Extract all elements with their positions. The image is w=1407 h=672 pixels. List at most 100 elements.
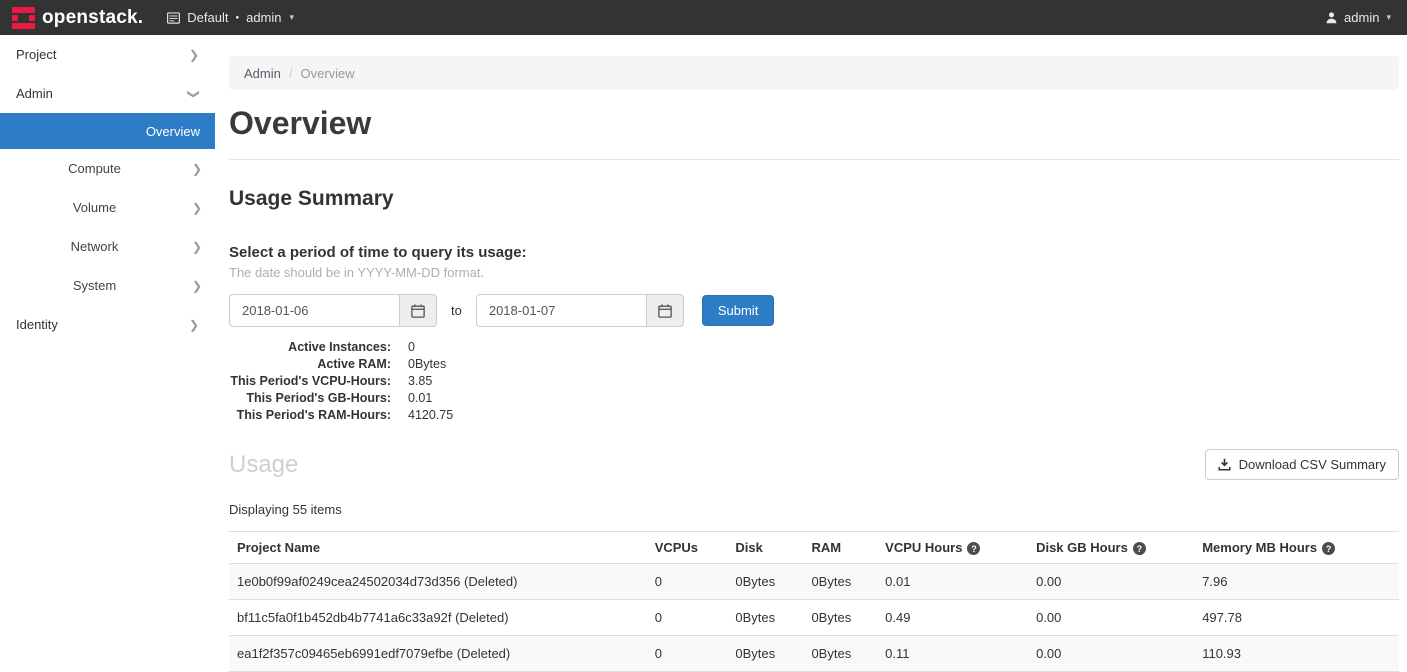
sidebar-item-label: System	[73, 278, 116, 293]
date-from-calendar-button[interactable]	[399, 294, 437, 327]
column-label: VCPU Hours	[885, 540, 962, 555]
date-range-form: to Submit	[229, 294, 1399, 327]
breadcrumb-separator: /	[289, 66, 293, 81]
breadcrumb-admin-link[interactable]: Admin	[244, 66, 281, 81]
value-cell: 0.00	[1028, 636, 1194, 672]
date-from-input[interactable]	[229, 294, 399, 327]
value-cell: 0.11	[877, 636, 1028, 672]
stat-value: 4120.75	[408, 407, 453, 424]
breadcrumb-current: Overview	[300, 66, 354, 81]
sidebar-item-network[interactable]: Network ❯	[0, 227, 215, 266]
sidebar-item-volume[interactable]: Volume ❯	[0, 188, 215, 227]
page-title: Overview	[229, 105, 1399, 142]
help-icon[interactable]: ?	[1133, 542, 1146, 555]
stat-value: 3.85	[408, 373, 432, 390]
stat-row: This Period's GB-Hours: 0.01	[229, 390, 1399, 407]
query-prompt: Select a period of time to query its usa…	[229, 244, 1399, 261]
bullet-icon: ●	[235, 15, 239, 21]
user-icon	[1325, 11, 1338, 24]
sidebar-item-project[interactable]: Project ❯	[0, 35, 215, 74]
column-label: Disk GB Hours	[1036, 540, 1128, 555]
value-cell: 0	[647, 636, 728, 672]
submit-button[interactable]: Submit	[702, 295, 774, 326]
sidebar-item-label: Project	[16, 47, 56, 62]
calendar-icon	[658, 304, 672, 318]
column-header[interactable]: Memory MB Hours?	[1194, 532, 1399, 564]
caret-down-icon: ▾	[290, 12, 295, 23]
stat-value: 0.01	[408, 390, 432, 407]
top-navbar: openstack. Default ● admin ▾ admin ▾	[0, 0, 1407, 35]
value-cell: 0Bytes	[803, 564, 877, 600]
stat-row: This Period's RAM-Hours: 4120.75	[229, 407, 1399, 424]
chevron-right-icon: ❯	[192, 241, 202, 253]
chevron-down-icon: ❯	[188, 88, 200, 98]
usage-table-body: 1e0b0f99af0249cea24502034d73d356 (Delete…	[229, 564, 1399, 672]
sidebar-item-label: Volume	[73, 200, 116, 215]
column-header[interactable]: Disk GB Hours?	[1028, 532, 1194, 564]
date-to-input[interactable]	[476, 294, 646, 327]
sidebar: Project ❯ Admin ❯ Overview Compute ❯ Vol…	[0, 35, 215, 344]
stat-label: This Period's GB-Hours:	[229, 390, 391, 407]
value-cell: 0Bytes	[727, 600, 803, 636]
domain-project-switcher[interactable]: Default ● admin ▾	[167, 10, 294, 25]
domain-label: Default	[187, 10, 228, 25]
stat-label: Active RAM:	[229, 356, 391, 373]
sidebar-item-identity[interactable]: Identity ❯	[0, 305, 215, 344]
value-cell: 0Bytes	[803, 600, 877, 636]
column-label: Memory MB Hours	[1202, 540, 1317, 555]
column-label: RAM	[811, 540, 841, 555]
usage-section-header: Usage Download CSV Summary	[229, 449, 1399, 480]
breadcrumb: Admin / Overview	[229, 56, 1399, 90]
value-cell: 0	[647, 564, 728, 600]
table-row: 1e0b0f99af0249cea24502034d73d356 (Delete…	[229, 564, 1399, 600]
brand-home-link[interactable]: openstack.	[12, 7, 143, 29]
usage-heading: Usage	[229, 451, 298, 479]
date-to-calendar-button[interactable]	[646, 294, 684, 327]
column-header[interactable]: VCPU Hours?	[877, 532, 1028, 564]
user-menu[interactable]: admin ▾	[1325, 10, 1395, 25]
main-content: Admin / Overview Overview Usage Summary …	[229, 35, 1399, 672]
project-name-cell: bf11c5fa0f1b452db4b7741a6c33a92f (Delete…	[229, 600, 647, 636]
sidebar-item-compute[interactable]: Compute ❯	[0, 149, 215, 188]
project-name-cell: 1e0b0f99af0249cea24502034d73d356 (Delete…	[229, 564, 647, 600]
project-label: admin	[246, 10, 281, 25]
sidebar-item-label: Identity	[16, 317, 58, 332]
openstack-logo-icon	[12, 7, 35, 29]
stat-row: This Period's VCPU-Hours:3.85	[229, 373, 1399, 390]
sidebar-item-label: Network	[71, 239, 119, 254]
chevron-right-icon: ❯	[192, 202, 202, 214]
stat-row: Active Instances: 0	[229, 339, 1399, 356]
help-icon[interactable]: ?	[1322, 542, 1335, 555]
value-cell: 0.00	[1028, 564, 1194, 600]
column-header[interactable]: Project Name	[229, 532, 647, 564]
date-to-group	[476, 294, 684, 327]
sidebar-item-label: Overview	[146, 124, 200, 139]
chevron-right-icon: ❯	[189, 49, 199, 61]
usage-table: Project NameVCPUsDiskRAMVCPU Hours?Disk …	[229, 531, 1399, 672]
date-from-group	[229, 294, 437, 327]
sidebar-item-overview[interactable]: Overview	[0, 113, 215, 149]
sidebar-item-system[interactable]: System ❯	[0, 266, 215, 305]
value-cell: 0.49	[877, 600, 1028, 636]
to-label: to	[451, 303, 462, 318]
stat-label: This Period's RAM-Hours:	[229, 407, 391, 424]
column-label: Project Name	[237, 540, 320, 555]
value-cell: 0Bytes	[727, 636, 803, 672]
value-cell: 7.96	[1194, 564, 1399, 600]
brand-text: openstack.	[42, 7, 143, 29]
value-cell: 0	[647, 600, 728, 636]
stat-value: 0	[408, 339, 415, 356]
domain-icon	[167, 12, 180, 24]
column-label: VCPUs	[655, 540, 698, 555]
column-header[interactable]: RAM	[803, 532, 877, 564]
usage-summary-heading: Usage Summary	[229, 187, 1399, 211]
sidebar-item-admin[interactable]: Admin ❯	[0, 74, 215, 113]
help-icon[interactable]: ?	[967, 542, 980, 555]
column-header[interactable]: VCPUs	[647, 532, 728, 564]
stat-label: Active Instances:	[229, 339, 391, 356]
download-csv-button[interactable]: Download CSV Summary	[1205, 449, 1399, 480]
column-header[interactable]: Disk	[727, 532, 803, 564]
download-icon	[1218, 458, 1231, 471]
chevron-right-icon: ❯	[192, 280, 202, 292]
user-name-label: admin	[1344, 10, 1379, 25]
